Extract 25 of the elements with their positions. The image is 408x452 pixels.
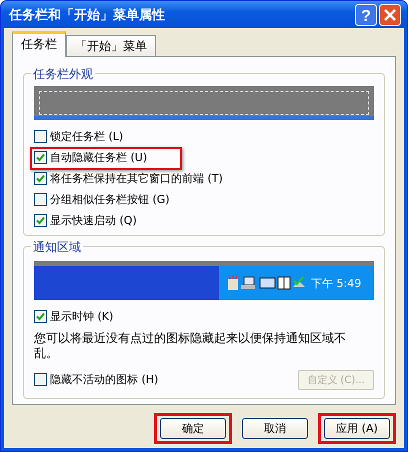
help-icon[interactable]: ? [355,4,377,26]
checkbox[interactable] [34,214,47,227]
checkbox-label: 显示快速启动 (Q) [50,213,137,228]
checkbox[interactable] [34,151,47,164]
checkbox-label: 自动隐藏任务栏 (U) [50,150,148,165]
checkbox[interactable] [34,373,47,386]
checkbox[interactable] [34,130,47,143]
checkbox-label: 分组相似任务栏按钮 (G) [50,192,170,207]
dialog-button[interactable]: 确定 [160,418,226,439]
checkbox[interactable] [34,310,47,323]
close-icon[interactable] [379,4,401,26]
checkbox-label: 将任务栏保持在其它窗口的前端 (T) [50,171,223,186]
checkbox-label: 显示时钟 (K) [50,309,114,324]
checkbox-label: 锁定任务栏 (L) [50,129,124,144]
window-title: 任务栏和「开始」菜单属性 [9,6,165,24]
checkbox[interactable] [34,172,47,185]
clock-text: 下午 5:49 [311,276,362,290]
tab[interactable]: 任务栏 [12,31,66,57]
checkbox-label: 隐藏不活动的图标 (H) [50,372,158,387]
dialog-button[interactable]: 取消 [242,418,308,439]
checkbox[interactable] [34,193,47,206]
description-text: 您可以将最近没有点过的图标隐藏起来以便保持通知区域不乱。 [34,331,347,361]
group-title: 任务栏外观 [31,66,95,83]
tab[interactable]: 「开始」菜单 [66,35,156,56]
dialog-button[interactable]: 应用 (A) [324,418,390,439]
